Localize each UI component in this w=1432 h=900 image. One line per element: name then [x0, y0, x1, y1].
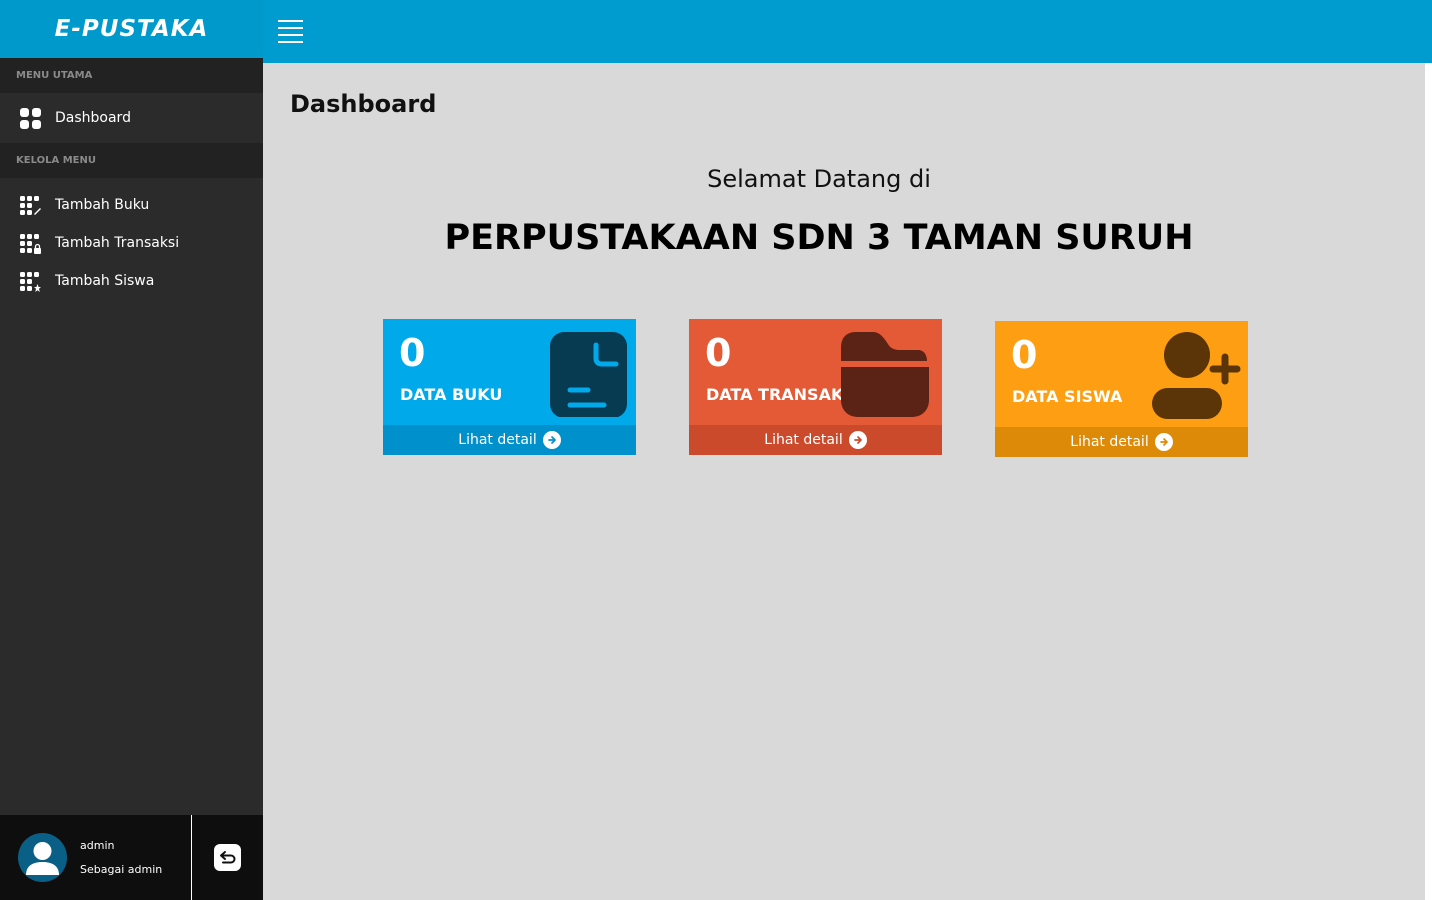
logout-button[interactable] — [214, 844, 241, 871]
card-footer-label: Lihat detail — [458, 432, 537, 448]
avatar — [18, 833, 67, 882]
card-count: 0 — [1011, 333, 1038, 377]
grid-star-icon — [19, 270, 41, 292]
arrow-right-circle-icon — [542, 431, 561, 449]
card-footer-label: Lihat detail — [764, 432, 843, 448]
grid-edit-icon — [19, 194, 41, 216]
user-panel: admin Sebagai admin — [0, 815, 263, 900]
card-count: 0 — [399, 331, 426, 375]
card-footer-link[interactable]: Lihat detail — [689, 425, 942, 455]
card-data-transaksi: 0 DATA TRANSAKSI Lihat detail — [689, 319, 942, 455]
right-edge — [1425, 63, 1432, 900]
section-label-main: MENU UTAMA — [0, 58, 263, 93]
user-text: admin Sebagai admin — [80, 834, 162, 882]
card-footer-link[interactable]: Lihat detail — [995, 427, 1248, 457]
sidebar-item-dashboard[interactable]: Dashboard — [0, 93, 263, 143]
section-label-manage: KELOLA MENU — [0, 143, 263, 178]
card-footer-label: Lihat detail — [1070, 434, 1149, 450]
school-name: PERPUSTAKAAN SDN 3 TAMAN SURUH — [444, 218, 1194, 258]
arrow-right-circle-icon — [848, 431, 867, 449]
card-count: 0 — [705, 331, 732, 375]
manage-menu: Tambah Buku Tambah Transaksi Tambah Sisw… — [0, 178, 263, 300]
card-label: DATA BUKU — [400, 385, 503, 404]
folder-icon — [840, 330, 930, 422]
sidebar-item-label: Dashboard — [55, 110, 131, 126]
card-data-siswa: 0 DATA SISWA Lihat detail — [995, 321, 1248, 457]
user-plus-icon — [1144, 332, 1244, 426]
sidebar-item-tambah-siswa[interactable]: Tambah Siswa — [0, 262, 263, 300]
grid-lock-icon — [19, 232, 41, 254]
sidebar-item-label: Tambah Siswa — [55, 273, 155, 289]
sidebar-item-label: Tambah Buku — [55, 197, 150, 213]
brand-title: E-PUSTAKA — [54, 16, 209, 42]
card-footer-link[interactable]: Lihat detail — [383, 425, 636, 455]
sidebar-item-label: Tambah Transaksi — [55, 235, 180, 251]
welcome-text: Selamat Datang di — [707, 165, 931, 193]
dashboard-grid-icon — [19, 107, 41, 129]
user-info: admin Sebagai admin — [0, 815, 192, 900]
sidebar: E-PUSTAKA MENU UTAMA Dashboard KELOLA ME… — [0, 0, 263, 900]
logout-area — [192, 815, 263, 900]
user-icon — [26, 842, 59, 875]
user-name: admin — [80, 838, 115, 852]
hamburger-menu-icon[interactable] — [278, 20, 303, 43]
card-label: DATA TRANSAKSI — [706, 385, 861, 404]
user-role: Sebagai admin — [80, 862, 163, 876]
arrow-right-circle-icon — [1154, 433, 1173, 451]
card-data-buku: 0 DATA BUKU Lihat detail — [383, 319, 636, 455]
document-icon — [548, 329, 628, 421]
sidebar-item-tambah-transaksi[interactable]: Tambah Transaksi — [0, 224, 263, 262]
undo-arrow-icon — [220, 851, 236, 864]
page-title: Dashboard — [290, 90, 437, 118]
topbar — [263, 0, 1432, 63]
card-label: DATA SISWA — [1012, 387, 1123, 406]
sidebar-item-tambah-buku[interactable]: Tambah Buku — [0, 186, 263, 224]
brand-logo[interactable]: E-PUSTAKA — [0, 0, 263, 58]
